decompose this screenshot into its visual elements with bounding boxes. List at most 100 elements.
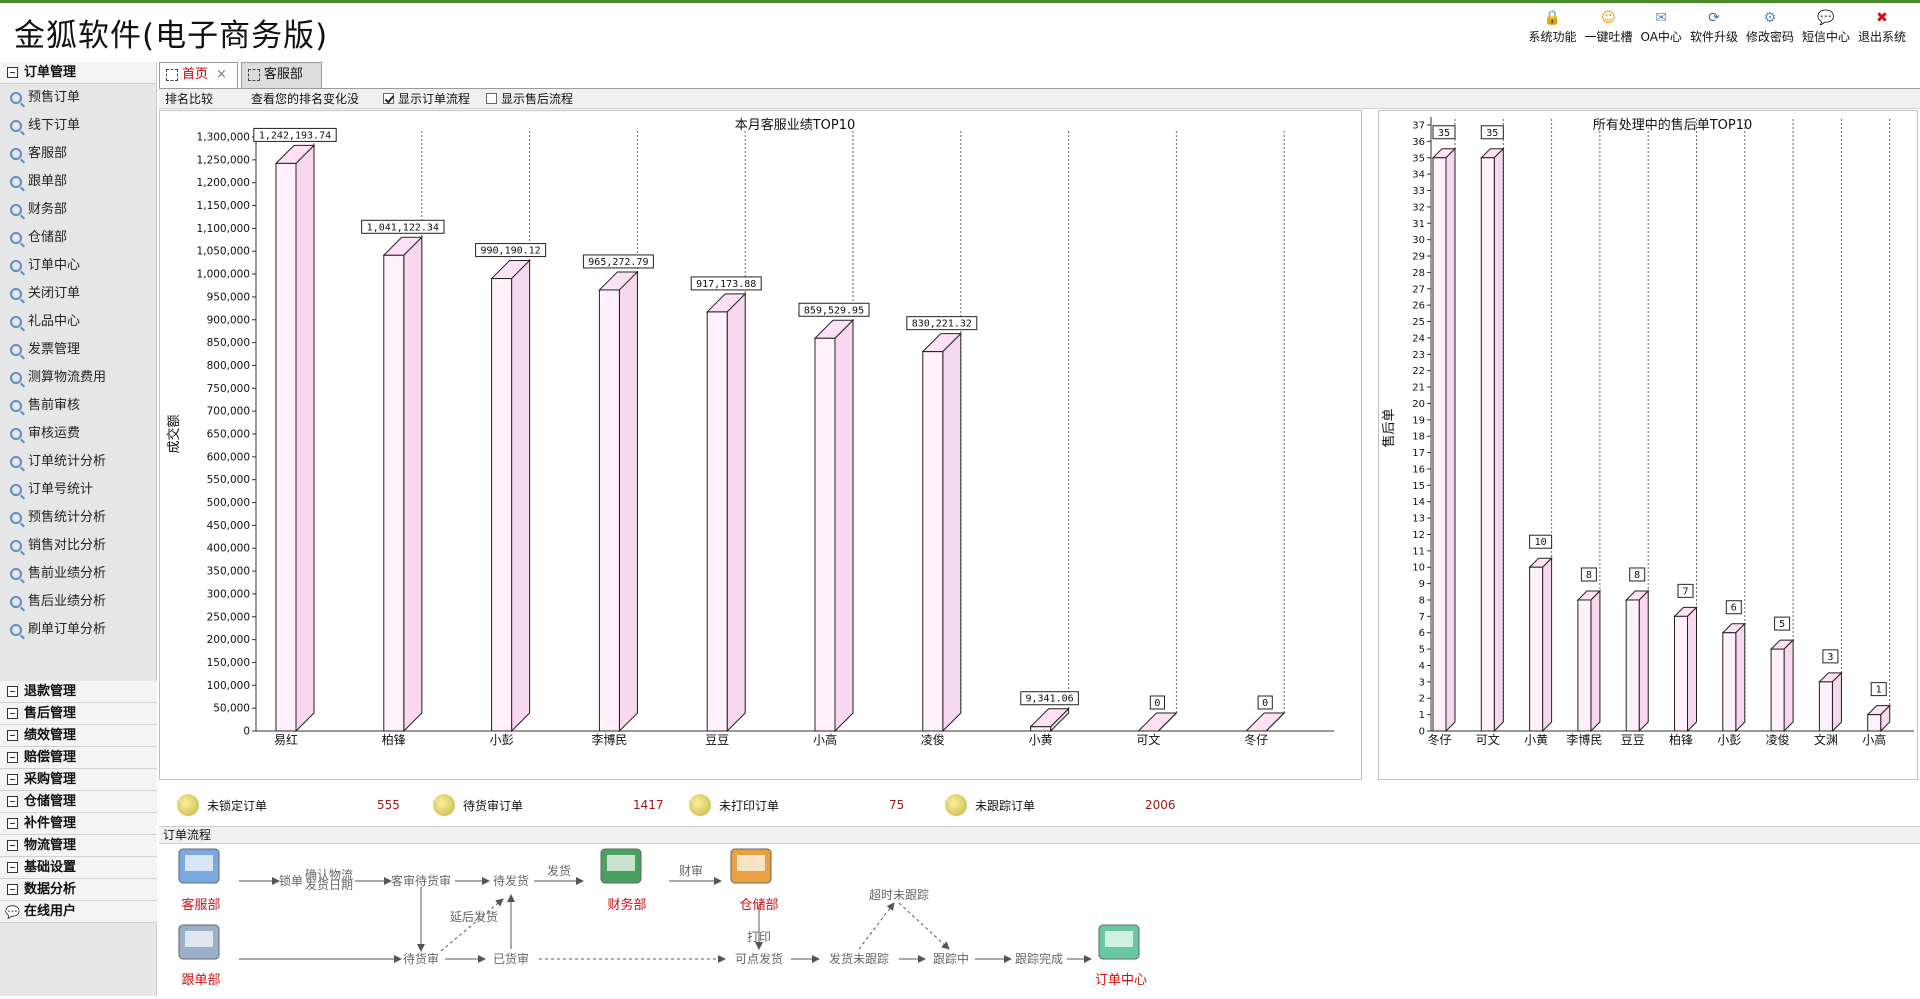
y-tick-label: 1,000,000 xyxy=(197,269,250,281)
data-label: 35 xyxy=(1486,128,1498,139)
sidebar-item[interactable]: 礼品中心 xyxy=(0,308,156,336)
dept-center: 订单中心 xyxy=(1095,973,1147,988)
sidebar-item[interactable]: 仓储部 xyxy=(0,224,156,252)
sidebar-group-order-management[interactable]: 订单管理 xyxy=(0,62,156,84)
bar xyxy=(706,311,728,732)
sidebar-item[interactable]: 发票管理 xyxy=(0,336,156,364)
sidebar-group[interactable]: 物流管理 xyxy=(0,835,157,857)
sidebar-item[interactable]: 跟单部 xyxy=(0,168,156,196)
x-tick-label: 易红 xyxy=(274,732,298,747)
checkbox-unchecked[interactable] xyxy=(486,93,498,104)
data-label: 965,272.79 xyxy=(588,257,648,268)
y-tick-label: 0 xyxy=(1419,727,1425,738)
sidebar-item[interactable]: 售后业绩分析 xyxy=(0,588,156,616)
sidebar-item[interactable]: 审核运费 xyxy=(0,420,156,448)
toolbar-button-smiley[interactable]: ☺ 一键吐槽 xyxy=(1580,10,1636,45)
bar xyxy=(814,337,836,732)
search-icon xyxy=(10,372,22,384)
sidebar-group[interactable]: 绩效管理 xyxy=(0,725,157,747)
data-label: 830,221.32 xyxy=(912,319,972,330)
step-ship: 发货 xyxy=(547,863,571,878)
bar xyxy=(1432,157,1447,732)
count-label: 待货审订单 xyxy=(463,798,524,813)
order-box-icon xyxy=(945,794,967,816)
sidebar-group-label: 售后管理 xyxy=(24,706,77,721)
toolbar-button-mail[interactable]: ✉ OA中心 xyxy=(1636,10,1685,45)
data-label: 990,190.12 xyxy=(480,246,540,257)
data-label: 6 xyxy=(1731,603,1737,614)
search-icon xyxy=(10,400,22,412)
bar xyxy=(1529,566,1544,732)
sidebar-group[interactable]: 数据分析 xyxy=(0,879,157,901)
tab-page-icon xyxy=(166,69,178,81)
sidebar-groups: 退款管理售后管理绩效管理 赔偿管理 采购管理 仓储管理 补件管理 物流管理基础设置数据分析… xyxy=(0,681,157,923)
sidebar-online-users[interactable]: 💬 在线用户 xyxy=(0,901,157,923)
sidebar-item-label: 发票管理 xyxy=(28,342,81,357)
bar-side xyxy=(1542,557,1553,733)
search-icon xyxy=(10,176,22,188)
data-label: 8 xyxy=(1586,570,1592,581)
count-item[interactable]: 未打印订单 75 xyxy=(671,794,927,816)
toolbar-button-close[interactable]: ✖ 退出系统 xyxy=(1854,10,1910,45)
sidebar-item[interactable]: 财务部 xyxy=(0,196,156,224)
y-tick-label: 250,000 xyxy=(207,611,250,623)
sidebar-item-label: 售后业绩分析 xyxy=(28,594,107,609)
data-label: 9,341.06 xyxy=(1026,694,1074,705)
sidebar-group[interactable]: 基础设置 xyxy=(0,857,157,879)
sidebar-item[interactable]: 线下订单 xyxy=(0,112,156,140)
y-tick-label: 350,000 xyxy=(207,566,250,578)
toolbar-button-chat[interactable]: 💬 短信中心 xyxy=(1798,10,1854,45)
tab-kefu[interactable]: 客服部 xyxy=(240,62,322,88)
bar-side xyxy=(295,144,315,733)
sidebar-item[interactable]: 刷单订单分析 xyxy=(0,616,156,644)
y-tick-label: 950,000 xyxy=(207,291,250,303)
y-tick-label: 1,100,000 xyxy=(197,223,250,235)
rank-compare-link[interactable]: 排名比较 xyxy=(165,90,213,107)
sidebar-item[interactable]: 预售订单 xyxy=(0,84,156,112)
count-item[interactable]: 未锁定订单 555 xyxy=(159,794,415,816)
order-box-icon xyxy=(689,794,711,816)
sidebar-group-label: 退款管理 xyxy=(24,684,77,699)
count-item[interactable]: 待货审订单 1417 xyxy=(415,794,671,816)
sidebar-group[interactable]: 采购管理 xyxy=(0,769,157,791)
toolbar-button-gear[interactable]: ⚙ 修改密码 xyxy=(1742,10,1798,45)
sidebar-group[interactable]: 售后管理 xyxy=(0,703,157,725)
show-aftersale-flow-checkbox[interactable]: 显示售后流程 xyxy=(486,90,573,107)
sidebar-item[interactable]: 订单号统计 xyxy=(0,476,156,504)
checkbox-checked[interactable] xyxy=(383,93,395,104)
y-tick-label: 1,250,000 xyxy=(197,154,250,166)
sidebar-item[interactable]: 预售统计分析 xyxy=(0,504,156,532)
show-order-flow-checkbox[interactable]: 显示订单流程 xyxy=(383,90,470,107)
sidebar-group-label: 基础设置 xyxy=(24,860,77,875)
sidebar-item[interactable]: 订单统计分析 xyxy=(0,448,156,476)
sidebar-item[interactable]: 售前审核 xyxy=(0,392,156,420)
tab-home[interactable]: 首页 × xyxy=(159,62,238,88)
sidebar-group[interactable]: 退款管理 xyxy=(0,681,157,703)
bar-side xyxy=(942,332,962,733)
sidebar-item[interactable]: 售前业绩分析 xyxy=(0,560,156,588)
x-tick-label: 可文 xyxy=(1136,732,1160,747)
search-icon xyxy=(10,456,22,468)
y-tick-label: 1,050,000 xyxy=(197,246,250,258)
toolbar-label: 退出系统 xyxy=(1857,30,1906,44)
step-review: 客审待货审 xyxy=(391,873,451,888)
sidebar-item-label: 刷单订单分析 xyxy=(28,622,107,637)
search-icon xyxy=(10,92,22,104)
bar-side xyxy=(1735,622,1746,733)
bar-top xyxy=(1244,712,1286,732)
bar xyxy=(491,278,513,732)
sidebar-item[interactable]: 订单中心 xyxy=(0,252,156,280)
sidebar-group[interactable]: 补件管理 xyxy=(0,813,157,835)
toolbar-button-upgrade[interactable]: ⟳ 软件升级 xyxy=(1686,10,1742,45)
sidebar-item[interactable]: 销售对比分析 xyxy=(0,532,156,560)
sidebar-item[interactable]: 客服部 xyxy=(0,140,156,168)
sidebar-group[interactable]: 仓储管理 xyxy=(0,791,157,813)
y-tick-label: 150,000 xyxy=(207,657,250,669)
toolbar-button-lock[interactable]: 🔒 系统功能 xyxy=(1524,10,1580,45)
dept-caiwu: 财务部 xyxy=(607,897,646,913)
sidebar-item[interactable]: 测算物流费用 xyxy=(0,364,156,392)
sidebar-group[interactable]: 赔偿管理 xyxy=(0,747,157,769)
count-item[interactable]: 未跟踪订单 2006 xyxy=(927,794,1183,816)
tab-close-icon[interactable]: × xyxy=(216,67,227,82)
sidebar-item[interactable]: 关闭订单 xyxy=(0,280,156,308)
